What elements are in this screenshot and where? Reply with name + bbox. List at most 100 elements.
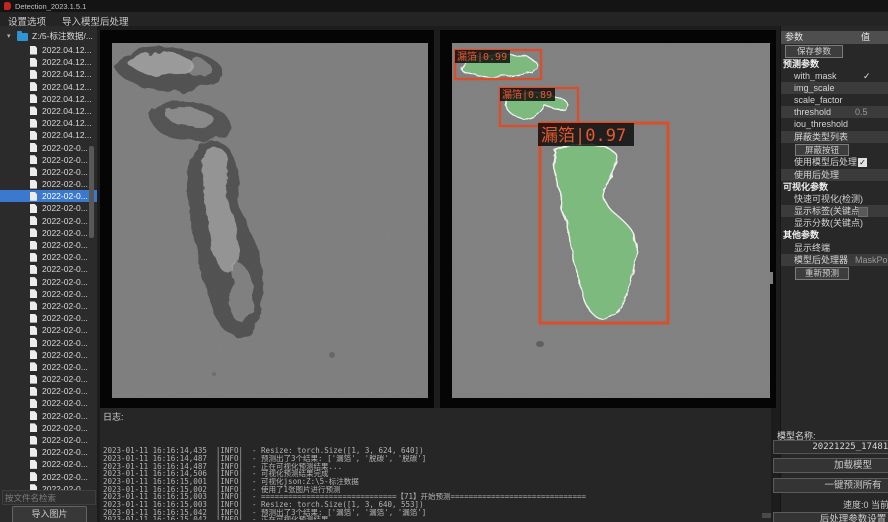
tree-item[interactable]: 2022.04.12... xyxy=(0,129,97,141)
tree-item[interactable]: 2022-02-0... xyxy=(0,373,97,385)
tree-item[interactable]: 2022-02-0... xyxy=(0,202,97,214)
param-row[interactable]: 显示分数(关键点) xyxy=(781,217,888,229)
tree-item[interactable]: 2022-02-0... xyxy=(0,410,97,422)
param-row[interactable]: 屏蔽类型列表 xyxy=(781,131,888,143)
tree-item[interactable]: 2022-02-0... xyxy=(0,422,97,434)
file-icon xyxy=(30,253,37,262)
predict-all-button[interactable]: 一键预测所有 xyxy=(773,478,888,493)
param-row[interactable]: iou_threshold xyxy=(781,118,888,130)
tree-item[interactable]: 2022-02-0... xyxy=(0,397,97,409)
tree-item-label: 2022-02-0... xyxy=(42,190,88,202)
tree-item[interactable]: 2022-02-0... xyxy=(0,263,97,275)
tree-item[interactable]: 2022-02-0... xyxy=(0,166,97,178)
viewer-scrollbar-thumb[interactable] xyxy=(770,272,773,284)
window-title: Detection_2023.1.5.1 xyxy=(15,2,86,11)
tree-item[interactable]: 2022-02-0... xyxy=(0,483,97,490)
tree-item[interactable]: 2022-02-0... xyxy=(0,361,97,373)
detection-label: 漏箔|0.99 xyxy=(455,50,510,63)
tree-item-label: 2022-02-0... xyxy=(42,483,88,490)
param-row[interactable]: 显示终端 xyxy=(781,242,888,254)
param-row[interactable]: 使用模型后处理 xyxy=(781,156,888,168)
tree-item[interactable]: 2022.04.12... xyxy=(0,81,97,93)
param-row[interactable]: 保存参数 xyxy=(781,44,888,58)
prediction-image-canvas[interactable]: 漏箔|0.99 漏箔|0.89 漏箔|0.97 xyxy=(452,43,770,398)
tree-item[interactable]: 2022-02-0... xyxy=(0,312,97,324)
tree-item[interactable]: 2022.04.12... xyxy=(0,117,97,129)
tree-item[interactable]: 2022-02-0... xyxy=(0,446,97,458)
tree-item[interactable]: 2022-02-0... xyxy=(0,227,97,239)
tree-item[interactable]: 2022-02-0... xyxy=(0,251,97,263)
tree-item[interactable]: 2022.04.12... xyxy=(0,44,97,56)
param-row[interactable]: threshold 0.5 xyxy=(781,106,888,118)
tree-item-label: 2022-02-0... xyxy=(42,227,88,239)
tree-item-label: 2022-02-0... xyxy=(42,239,88,251)
tree-item[interactable]: 2022-02-0... xyxy=(0,385,97,397)
tree-item[interactable]: 2022-02-0... xyxy=(0,276,97,288)
tree-item[interactable]: 2022.04.12... xyxy=(0,105,97,117)
tree-item-label: 2022-02-0... xyxy=(42,324,88,336)
param-row[interactable]: img_scale xyxy=(781,82,888,94)
expand-arrow-icon[interactable]: ▾ xyxy=(7,30,11,43)
param-row[interactable]: 快速可视化(检测) xyxy=(781,193,888,205)
tree-root-label: Z:/5-标注数据/... xyxy=(32,30,93,43)
log-title: 日志: xyxy=(103,410,124,423)
file-icon xyxy=(30,387,37,396)
param-row[interactable]: 显示标签(关键点) xyxy=(781,205,888,217)
file-icon xyxy=(30,460,37,469)
tree-item[interactable]: 2022.04.12... xyxy=(0,56,97,68)
folder-icon xyxy=(17,33,28,41)
filename-search-input[interactable] xyxy=(2,490,96,505)
tree-scrollbar-thumb[interactable] xyxy=(89,146,94,238)
tree-item[interactable]: 2022-02-0... xyxy=(0,190,97,202)
import-images-button[interactable]: 导入图片 xyxy=(12,506,87,522)
original-image-canvas[interactable] xyxy=(112,43,428,398)
param-checkbox[interactable] xyxy=(863,70,871,82)
param-row[interactable]: 屏蔽按钮 xyxy=(781,143,888,157)
file-icon xyxy=(30,106,37,115)
param-row[interactable]: 可视化参数 xyxy=(781,181,888,193)
tree-item[interactable]: 2022-02-0... xyxy=(0,349,97,361)
tree-item[interactable]: 2022-02-0... xyxy=(0,324,97,336)
tree-item[interactable]: 2022-02-0... xyxy=(0,434,97,446)
tree-item[interactable]: 2022.04.12... xyxy=(0,68,97,80)
tree-item[interactable]: 2022-02-0... xyxy=(0,178,97,190)
param-row[interactable]: 其他参数 xyxy=(781,229,888,241)
tree-item-label: 2022.04.12... xyxy=(42,68,92,80)
tree-item[interactable]: 2022-02-0... xyxy=(0,337,97,349)
tree-item-label: 2022-02-0... xyxy=(42,385,88,397)
tree-item[interactable]: 2022-02-0... xyxy=(0,215,97,227)
param-row[interactable]: scale_factor xyxy=(781,94,888,106)
log-scrollbar-thumb[interactable] xyxy=(762,513,771,518)
detection-label: 漏箔|0.89 xyxy=(500,88,555,101)
postprocess-settings-button[interactable]: 后处理参数设置 xyxy=(773,512,888,522)
detection-label-text: 漏箔|0.99 xyxy=(457,50,507,63)
file-icon xyxy=(30,423,37,432)
load-model-button[interactable]: 加载模型 xyxy=(773,458,888,473)
param-row[interactable]: 使用后处理 xyxy=(781,169,888,181)
tree-item[interactable]: 2022-02-0... xyxy=(0,288,97,300)
tree-item[interactable]: 2022-02-0... xyxy=(0,154,97,166)
log-panel: 日志: 2023-01-11 16:16:14,435 |INFO| - Res… xyxy=(100,408,771,522)
param-label: 重新预测 xyxy=(795,267,849,280)
tree-item-label: 2022-02-0... xyxy=(42,312,88,324)
tree-item-label: 2022-02-0... xyxy=(42,276,88,288)
tree-item-label: 2022-02-0... xyxy=(42,202,88,214)
tree-item[interactable]: 2022-02-0... xyxy=(0,471,97,483)
tree-item[interactable]: 2022.04.12... xyxy=(0,93,97,105)
tree-item[interactable]: 2022-02-0... xyxy=(0,300,97,312)
param-row[interactable]: 预测参数 xyxy=(781,58,888,70)
tree-item[interactable]: 2022-02-0... xyxy=(0,239,97,251)
log-output[interactable]: 2023-01-11 16:16:14,435 |INFO| - Resize:… xyxy=(103,424,763,520)
file-icon xyxy=(30,436,37,445)
model-name-field[interactable]: 20221225_174813 xyxy=(773,440,888,454)
param-checkbox[interactable] xyxy=(858,207,868,217)
param-checkbox[interactable] xyxy=(858,158,867,167)
param-row[interactable]: 模型后处理器 MaskPostPro xyxy=(781,254,888,266)
param-label: 屏蔽类型列表 xyxy=(794,132,848,142)
tree-root-folder[interactable]: ▾ Z:/5-标注数据/... xyxy=(0,30,97,43)
file-icon xyxy=(30,448,37,457)
tree-item[interactable]: 2022-02-0... xyxy=(0,142,97,154)
param-row[interactable]: 重新预测 xyxy=(781,266,888,280)
tree-item[interactable]: 2022-02-0... xyxy=(0,458,97,470)
param-row[interactable]: with_mask xyxy=(781,70,888,82)
